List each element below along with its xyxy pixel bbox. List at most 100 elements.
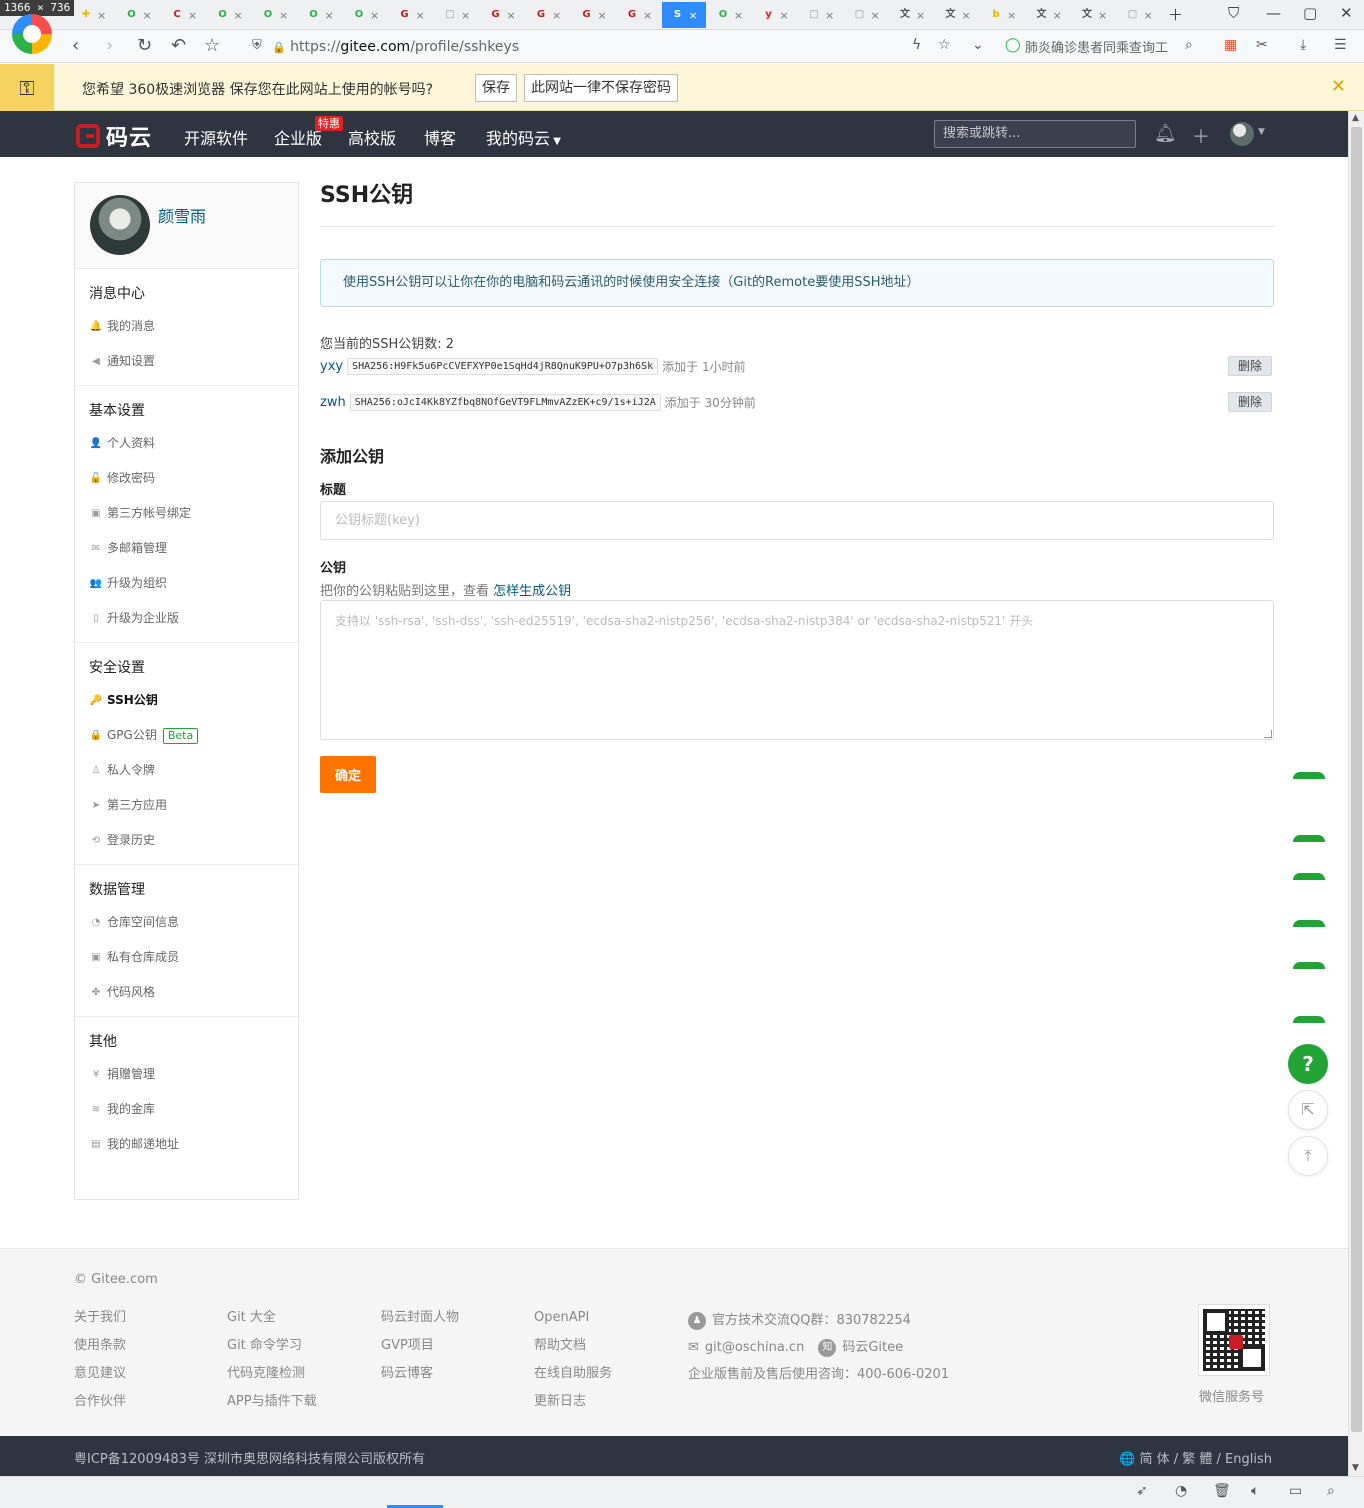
close-window-icon[interactable]: ✕ — [1340, 4, 1353, 22]
browser-tab[interactable]: G × — [525, 2, 569, 28]
browser-tab[interactable]: G × — [616, 2, 660, 28]
sidebar-item[interactable]: ➤ 第三方应用 — [75, 788, 298, 823]
status-search-icon[interactable]: ⌕ — [1327, 1483, 1335, 1499]
browser-tab[interactable]: □ × — [1117, 2, 1161, 28]
header-avatar[interactable] — [1230, 122, 1254, 146]
tab-close-icon[interactable]: × — [416, 9, 425, 22]
sidebar-item[interactable]: ⟲ 登录历史 — [75, 823, 298, 858]
sidebar-item[interactable]: ▤ 我的邮递地址 — [75, 1127, 298, 1162]
nav-blog[interactable]: 博客 — [424, 125, 456, 149]
nav-open-source[interactable]: 开源软件 — [184, 125, 248, 149]
rocket-icon[interactable]: ➶ — [1136, 1483, 1148, 1499]
sidebar-item[interactable]: 👤 个人资料 — [75, 426, 298, 461]
browser-tab[interactable]: O × — [298, 2, 342, 28]
nav-my-gitee[interactable]: 我的码云 ▼ — [486, 125, 561, 149]
avatar-caret-icon[interactable]: ▼ — [1258, 127, 1265, 137]
nav-education[interactable]: 高校版 — [348, 125, 396, 149]
close-icon[interactable]: ✕ — [1331, 76, 1346, 97]
browser-tab[interactable]: y × — [753, 2, 797, 28]
footer-link[interactable]: 意见建议 — [74, 1365, 126, 1393]
browser-tab[interactable]: O × — [116, 2, 160, 28]
how-to-generate-link[interactable]: 怎样生成公钥 — [493, 584, 571, 599]
download-icon[interactable]: ⤓ — [1300, 37, 1306, 53]
footer-zhihu[interactable]: 码云Gitee — [842, 1338, 903, 1358]
sidebar-item[interactable]: ♙ 私人令牌 — [75, 753, 298, 788]
maximize-icon[interactable]: ▢ — [1303, 4, 1317, 22]
delete-key-button[interactable]: 删除 — [1228, 392, 1272, 412]
tab-close-icon[interactable]: × — [643, 9, 652, 22]
footer-link[interactable]: 代码克隆检测 — [227, 1365, 317, 1393]
share-icon[interactable]: ⇱ — [1288, 1090, 1328, 1130]
browser-tab[interactable]: ✚ × — [70, 2, 114, 28]
sidebar-item[interactable]: ◔ 仓库空间信息 — [75, 905, 298, 940]
star-icon[interactable]: ☆ — [204, 35, 220, 57]
new-tab-button[interactable]: ＋ — [1168, 4, 1183, 25]
sidebar-item[interactable]: ✤ 代码风格 — [75, 975, 298, 1010]
browser-tab[interactable]: S × — [661, 2, 706, 28]
browser-tab[interactable]: O × — [252, 2, 296, 28]
tab-close-icon[interactable]: × — [507, 9, 516, 22]
sidebar-item[interactable]: 👥 升级为组织 — [75, 566, 298, 601]
minimize-icon[interactable]: — — [1266, 4, 1281, 22]
scroll-up-icon[interactable]: ▲ — [1352, 113, 1359, 123]
browser-tab[interactable]: □ × — [844, 2, 888, 28]
back-to-top-icon[interactable]: ⤒ — [1288, 1136, 1328, 1176]
browser-tab[interactable]: O × — [207, 2, 251, 28]
undo-icon[interactable]: ↶ — [171, 35, 186, 57]
tab-close-icon[interactable]: × — [370, 9, 379, 22]
sidebar-item[interactable]: ¥ 捐赠管理 — [75, 1057, 298, 1092]
footer-link[interactable]: 使用条款 — [74, 1337, 126, 1365]
submit-button[interactable]: 确定 — [320, 756, 376, 793]
tab-close-icon[interactable]: × — [825, 9, 834, 22]
sidebar-item[interactable]: ▯ 升级为企业版 — [75, 601, 298, 636]
bookmark-star-icon[interactable]: ☆ — [938, 37, 951, 53]
bell-icon[interactable]: 🔔︎ — [1154, 123, 1177, 144]
footer-link[interactable]: OpenAPI — [534, 1309, 612, 1337]
tab-close-icon[interactable]: × — [1144, 9, 1153, 22]
public-key-textarea[interactable] — [320, 600, 1274, 740]
footer-link[interactable]: Git 命令学习 — [227, 1337, 317, 1365]
window-icon[interactable]: ▭ — [1289, 1483, 1302, 1499]
key-title-input[interactable] — [320, 501, 1274, 540]
tab-close-icon[interactable]: × — [279, 9, 288, 22]
search-icon[interactable]: ⌕ — [1185, 37, 1193, 53]
tab-close-icon[interactable]: × — [598, 9, 607, 22]
tab-close-icon[interactable]: × — [871, 9, 880, 22]
sidebar-item[interactable]: 🔔 我的消息 — [75, 309, 298, 344]
browser-tab[interactable]: G × — [571, 2, 615, 28]
browser-tab[interactable]: O × — [707, 2, 751, 28]
url-field[interactable]: 🔒 https://gitee.com/profile/sshkeys — [272, 36, 519, 58]
back-icon[interactable]: ‹ — [72, 35, 79, 57]
scissors-icon[interactable]: ✂ — [1256, 37, 1268, 53]
lightning-icon[interactable]: ϟ — [912, 37, 921, 53]
gitee-logo[interactable]: 码云 — [76, 120, 152, 152]
browser-tab[interactable]: G × — [480, 2, 524, 28]
refresh-icon[interactable]: ↻ — [137, 35, 152, 57]
tab-close-icon[interactable]: × — [780, 9, 789, 22]
save-password-button[interactable]: 保存 — [475, 74, 517, 102]
menu-icon[interactable]: ☰ — [1334, 37, 1347, 53]
browser-tab[interactable]: 文 × — [935, 2, 979, 28]
sidebar-item[interactable]: ▣ 私有仓库成员 — [75, 940, 298, 975]
forward-icon[interactable]: › — [106, 35, 113, 57]
browser-tab[interactable]: O × — [343, 2, 387, 28]
footer-link[interactable]: 在线自助服务 — [534, 1365, 612, 1393]
shirt-icon[interactable]: ⛉ — [1228, 4, 1239, 22]
footer-email[interactable]: git@oschina.cn — [705, 1338, 804, 1358]
footer-link[interactable]: Git 大全 — [227, 1309, 317, 1337]
sidebar-item[interactable]: 🔑 SSH公钥 — [75, 683, 298, 718]
footer-link[interactable]: 帮助文档 — [534, 1337, 612, 1365]
footer-link[interactable]: 码云博客 — [381, 1365, 459, 1393]
search-suggestion[interactable]: 肺炎确诊患者同乘查询工 — [1025, 37, 1200, 56]
sidebar-item[interactable]: 🔓 修改密码 — [75, 461, 298, 496]
user-avatar[interactable] — [90, 195, 150, 255]
trash-icon[interactable]: 🗑︎ — [1213, 1483, 1231, 1499]
sidebar-item[interactable]: ▣ 第三方帐号绑定 — [75, 496, 298, 531]
footer-link[interactable]: APP与插件下载 — [227, 1393, 317, 1421]
delete-key-button[interactable]: 删除 — [1228, 356, 1272, 376]
footer-link[interactable]: 更新日志 — [534, 1393, 612, 1421]
tab-close-icon[interactable]: × — [188, 9, 197, 22]
header-search-input[interactable]: 搜索或跳转... — [934, 120, 1136, 148]
tab-close-icon[interactable]: × — [143, 9, 152, 22]
apps-icon[interactable]: ▦ — [1224, 37, 1237, 53]
